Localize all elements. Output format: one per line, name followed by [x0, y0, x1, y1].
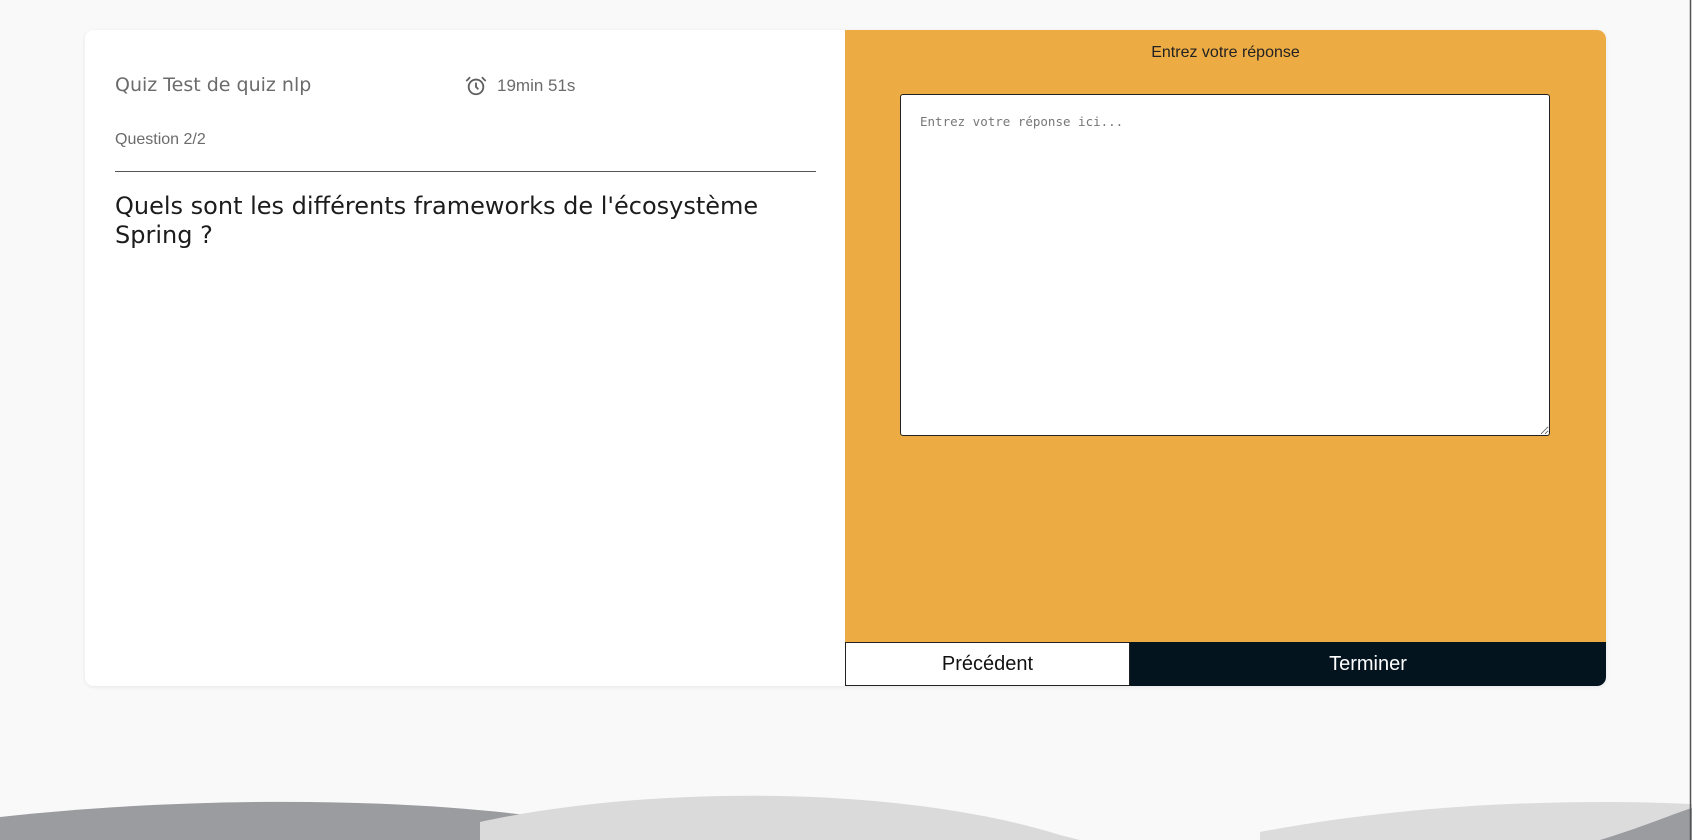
previous-button[interactable]: Précédent: [845, 642, 1130, 686]
alarm-clock-icon: [465, 75, 487, 97]
divider: [115, 171, 816, 172]
quiz-title: Quiz Test de quiz nlp: [115, 74, 312, 96]
question-panel: Quiz Test de quiz nlp 19min 51s Question…: [85, 30, 845, 686]
answer-heading: Entrez votre réponse: [1151, 44, 1300, 61]
answer-panel: Entrez votre réponse: [845, 30, 1606, 642]
quiz-card: Quiz Test de quiz nlp 19min 51s Question…: [85, 30, 1606, 686]
timer: 19min 51s: [465, 75, 575, 97]
answer-textarea[interactable]: [900, 94, 1550, 436]
timer-text: 19min 51s: [497, 76, 576, 95]
question-text: Quels sont les différents frameworks de …: [115, 192, 759, 249]
decorative-waves: [0, 795, 1692, 840]
question-counter: Question 2/2: [115, 131, 206, 148]
finish-button[interactable]: Terminer: [1130, 642, 1606, 686]
